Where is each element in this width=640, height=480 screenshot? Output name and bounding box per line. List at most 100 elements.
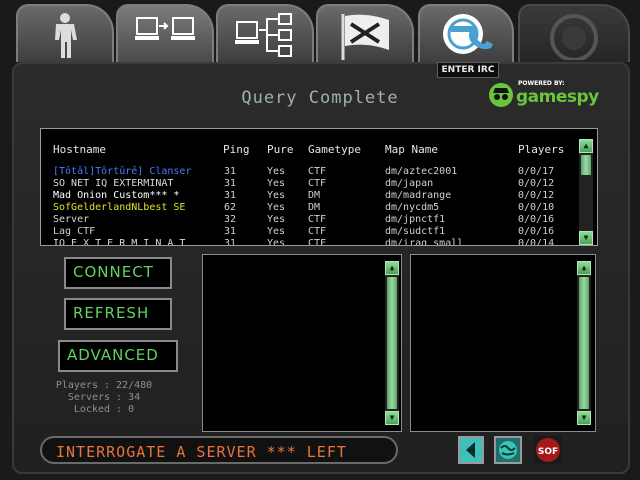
server-gametype: CTF: [308, 166, 327, 177]
svg-text:SOF: SOF: [538, 447, 558, 457]
refresh-button[interactable]: REFRESH: [64, 298, 172, 330]
server-ping: 62: [224, 202, 237, 213]
scroll-track[interactable]: [579, 277, 589, 409]
server-row[interactable]: SO NET IQ EXTERMINAT 31 Yes CTF dm/japan 0/0/…: [41, 178, 576, 190]
server-hostname: IQ E X T E R M I N A T: [53, 238, 186, 246]
server-gametype: DM: [308, 202, 321, 213]
players-count: Players : 22/480: [55, 380, 153, 391]
server-players: 0/0/12: [518, 178, 555, 189]
server-map: dm/irag_small: [385, 238, 464, 246]
help-ticker-text: INTERROGATE A SERVER *** LEFT: [56, 443, 347, 461]
player-info-panel[interactable]: ▲ ▼: [410, 254, 596, 432]
server-players: 0/0/17: [518, 166, 555, 177]
server-ping: 31: [224, 226, 237, 237]
tab-unknown-dim[interactable]: [518, 4, 630, 62]
server-map: dm/sudctf1: [385, 226, 446, 237]
gamespy-spy-icon: [489, 83, 513, 107]
server-players: 0/0/10: [518, 202, 555, 213]
advanced-button[interactable]: ADVANCED: [58, 340, 178, 372]
scroll-down-arrow-icon[interactable]: ▼: [579, 231, 593, 245]
server-pure: Yes: [267, 202, 286, 213]
server-pure: Yes: [267, 238, 286, 246]
gamespy-wordmark: gamespy: [516, 87, 599, 107]
server-row[interactable]: Mad Onion Custom*** * 31 Yes DM dm/madrange 0…: [41, 190, 576, 202]
query-status-title: Query Complete: [241, 88, 399, 108]
tab-internet-game[interactable]: [216, 4, 314, 62]
player-figure-icon: [55, 13, 77, 58]
server-pure: Yes: [267, 226, 286, 237]
server-hostname: SO NET IQ EXTERMINAT: [53, 178, 174, 189]
sof-logo-icon[interactable]: SOF: [534, 436, 562, 464]
column-map-name[interactable]: Map Name: [385, 143, 438, 156]
server-players: 0/0/14: [518, 238, 555, 246]
server-gametype: CTF: [308, 214, 327, 225]
server-row[interactable]: Lag CTF 31 Yes CTF dm/sudctf1 0/0/16: [41, 226, 576, 238]
tab-faction[interactable]: [316, 4, 414, 62]
irc-globe-phone-icon: [443, 14, 493, 54]
server-ping: 31: [224, 238, 237, 246]
server-players: 0/0/16: [518, 226, 555, 237]
server-players: 0/0/16: [518, 214, 555, 225]
server-row[interactable]: [Tōtāl]Tōrtūrē] Clanser 31 Yes CTF dm/aztec2…: [41, 166, 576, 178]
faded-emblem-icon: [550, 14, 598, 60]
server-gametype: CTF: [308, 238, 327, 246]
servers-count: Servers : 34: [67, 392, 141, 403]
gamespy-powered-by: POWERED BY:: [518, 80, 565, 87]
server-ping: 31: [224, 166, 237, 177]
scroll-down-arrow-icon[interactable]: ▼: [385, 411, 399, 425]
tab-irc[interactable]: [418, 4, 514, 62]
server-map: dm/madrange: [385, 190, 452, 201]
server-list[interactable]: Hostname Ping Pure Gametype Map Name Pla…: [40, 128, 598, 246]
globe-icon[interactable]: [494, 436, 522, 464]
server-map: dm/aztec2001: [385, 166, 458, 177]
scroll-track[interactable]: [387, 277, 397, 409]
server-pure: Yes: [267, 214, 286, 225]
connect-button[interactable]: CONNECT: [64, 257, 172, 289]
scroll-up-arrow-icon[interactable]: ▲: [577, 261, 591, 275]
column-players[interactable]: Players: [518, 143, 564, 156]
player-info-scrollbar[interactable]: ▲ ▼: [577, 261, 591, 425]
locked-count: Locked : 0: [73, 404, 135, 415]
server-network-icon: [235, 13, 292, 57]
tab-lan-game[interactable]: [116, 4, 214, 62]
crossed-rifles-flag-icon: [341, 14, 389, 60]
scroll-up-arrow-icon[interactable]: ▲: [579, 139, 593, 153]
server-hostname: Lag CTF: [53, 226, 96, 237]
server-ping: 31: [224, 178, 237, 189]
server-row[interactable]: SofGelderlandNLbest SE 62 Yes DM dm/nycdm5 0/…: [41, 202, 576, 214]
server-hostname: [Tōtāl]Tōrtūrē] Clanser: [53, 166, 192, 177]
server-gametype: CTF: [308, 226, 327, 237]
enter-irc-label[interactable]: ENTER IRC: [437, 62, 499, 78]
tab-player-setup[interactable]: [16, 4, 114, 62]
server-row[interactable]: Server 32 Yes CTF dm/jpnctf1 0/0/16: [41, 214, 576, 226]
server-info-scrollbar[interactable]: ▲ ▼: [385, 261, 399, 425]
server-pure: Yes: [267, 166, 286, 177]
scroll-down-arrow-icon[interactable]: ▼: [577, 411, 591, 425]
server-info-panel[interactable]: ▲ ▼: [202, 254, 402, 432]
gamespy-logo: POWERED BY: gamespy: [488, 80, 599, 110]
server-pure: Yes: [267, 190, 286, 201]
server-hostname: Mad Onion Custom*** *: [53, 190, 180, 201]
server-row[interactable]: IQ E X T E R M I N A T 31 Yes CTF dm/irag_sm…: [41, 238, 576, 246]
server-map: dm/jpnctf1: [385, 214, 446, 225]
server-ping: 31: [224, 190, 237, 201]
network-computers-icon: [135, 17, 195, 40]
server-hostname: Server: [53, 214, 90, 225]
column-hostname[interactable]: Hostname: [53, 143, 106, 156]
server-players: 0/0/12: [518, 190, 555, 201]
column-gametype[interactable]: Gametype: [308, 143, 361, 156]
server-hostname: SofGelderlandNLbest SE: [53, 202, 186, 213]
server-ping: 32: [224, 214, 237, 225]
help-ticker: INTERROGATE A SERVER *** LEFT: [40, 436, 398, 464]
server-map: dm/nycdm5: [385, 202, 440, 213]
server-gametype: CTF: [308, 178, 327, 189]
scroll-up-arrow-icon[interactable]: ▲: [385, 261, 399, 275]
server-pure: Yes: [267, 178, 286, 189]
scroll-thumb[interactable]: [581, 155, 591, 175]
column-pure[interactable]: Pure: [267, 143, 294, 156]
server-gametype: DM: [308, 190, 321, 201]
server-map: dm/japan: [385, 178, 434, 189]
column-ping[interactable]: Ping: [223, 143, 250, 156]
back-arrow-icon[interactable]: [458, 436, 484, 464]
server-list-scrollbar[interactable]: ▲ ▼: [579, 139, 593, 245]
